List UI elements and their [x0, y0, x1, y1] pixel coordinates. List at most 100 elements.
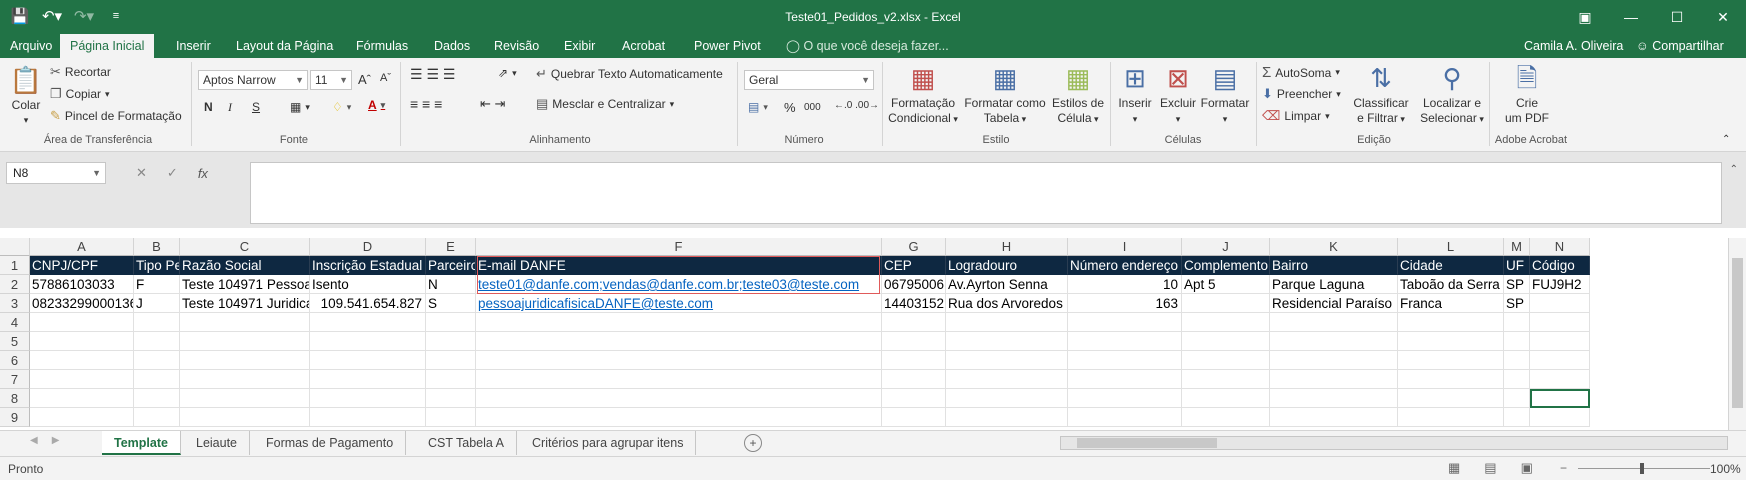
column-header-j[interactable]: J	[1182, 238, 1270, 256]
cell-m8[interactable]	[1504, 389, 1530, 408]
merge-center-button[interactable]: ▤ Mesclar e Centralizar ▾	[536, 96, 674, 112]
normal-view-icon[interactable]: ▦	[1448, 460, 1460, 476]
tab-inserir[interactable]: Inserir	[168, 34, 219, 58]
cell-c5[interactable]	[180, 332, 310, 351]
cell-c1[interactable]: Razão Social	[180, 256, 310, 275]
check-icon[interactable]: ✓	[167, 165, 178, 181]
cell-i2[interactable]: 10	[1068, 275, 1182, 294]
add-sheet-icon[interactable]: +	[744, 434, 762, 452]
name-box[interactable]: N8 ▼	[6, 162, 106, 184]
sheet-tab-criterios[interactable]: Critérios para agrupar itens	[520, 431, 697, 455]
tab-exibir[interactable]: Exibir	[556, 34, 603, 58]
cell-f9[interactable]	[476, 408, 882, 427]
page-break-icon[interactable]: ▣	[1521, 460, 1533, 476]
cell-f5[interactable]	[476, 332, 882, 351]
row-header-7[interactable]: 7	[0, 370, 30, 389]
cell-l2[interactable]: Taboão da Serra	[1398, 275, 1504, 294]
column-header-a[interactable]: A	[30, 238, 134, 256]
cell-g3[interactable]: 14403152	[882, 294, 946, 313]
cell-f7[interactable]	[476, 370, 882, 389]
cell-j4[interactable]	[1182, 313, 1270, 332]
tab-arquivo[interactable]: Arquivo	[2, 34, 60, 58]
cell-k5[interactable]	[1270, 332, 1398, 351]
formula-input[interactable]	[250, 162, 1722, 224]
cell-n5[interactable]	[1530, 332, 1590, 351]
cell-f4[interactable]	[476, 313, 882, 332]
cell-e3[interactable]: S	[426, 294, 476, 313]
column-header-f[interactable]: F	[476, 238, 882, 256]
cell-n1[interactable]: Código	[1530, 256, 1590, 275]
font-size-select[interactable]: 11 ▼	[310, 70, 352, 90]
cell-b4[interactable]	[134, 313, 180, 332]
cell-k9[interactable]	[1270, 408, 1398, 427]
insert-function-button[interactable]: fx	[198, 166, 208, 181]
cell-i5[interactable]	[1068, 332, 1182, 351]
cell-c3[interactable]: Teste 104971 Juridica	[180, 294, 310, 313]
cell-h4[interactable]	[946, 313, 1068, 332]
cell-n4[interactable]	[1530, 313, 1590, 332]
autosum-button[interactable]: Σ AutoSoma ▾	[1262, 64, 1340, 81]
cell-c9[interactable]	[180, 408, 310, 427]
cell-g1[interactable]: CEP	[882, 256, 946, 275]
cell-l8[interactable]	[1398, 389, 1504, 408]
wrap-text-button[interactable]: ↵ Quebrar Texto Automaticamente	[536, 66, 723, 82]
cell-m2[interactable]: SP	[1504, 275, 1530, 294]
cell-e6[interactable]	[426, 351, 476, 370]
cell-m6[interactable]	[1504, 351, 1530, 370]
expand-formula-icon[interactable]: ⌃	[1730, 164, 1738, 175]
cell-j9[interactable]	[1182, 408, 1270, 427]
fill-button[interactable]: ⬇ Preencher ▾	[1262, 86, 1341, 102]
cell-a6[interactable]	[30, 351, 134, 370]
cell-j5[interactable]	[1182, 332, 1270, 351]
cell-a7[interactable]	[30, 370, 134, 389]
column-header-b[interactable]: B	[134, 238, 180, 256]
cell-b8[interactable]	[134, 389, 180, 408]
column-header-g[interactable]: G	[882, 238, 946, 256]
cell-e2[interactable]: N	[426, 275, 476, 294]
cell-l4[interactable]	[1398, 313, 1504, 332]
ribbon-display-icon[interactable]: ▣	[1562, 0, 1608, 34]
cell-e1[interactable]: Parceiro	[426, 256, 476, 275]
sheet-tab-cst-tabela-a[interactable]: CST Tabela A	[416, 431, 517, 455]
number-format-select[interactable]: Geral ▼	[744, 70, 874, 90]
cell-j8[interactable]	[1182, 389, 1270, 408]
column-header-i[interactable]: I	[1068, 238, 1182, 256]
cell-i8[interactable]	[1068, 389, 1182, 408]
tab-formulas[interactable]: Fórmulas	[348, 34, 416, 58]
cell-d7[interactable]	[310, 370, 426, 389]
cell-l9[interactable]	[1398, 408, 1504, 427]
cell-a9[interactable]	[30, 408, 134, 427]
cell-i3[interactable]: 163	[1068, 294, 1182, 313]
cell-m7[interactable]	[1504, 370, 1530, 389]
tab-layout-da-pagina[interactable]: Layout da Página	[228, 34, 341, 58]
cell-e8[interactable]	[426, 389, 476, 408]
cell-b5[interactable]	[134, 332, 180, 351]
close-icon[interactable]: ✕	[1700, 0, 1746, 34]
cell-a2[interactable]: 57886103033	[30, 275, 134, 294]
underline-button[interactable]: S	[252, 100, 260, 114]
cell-j1[interactable]: Complemento	[1182, 256, 1270, 275]
sheet-tab-template[interactable]: Template	[102, 431, 181, 455]
column-header-m[interactable]: M	[1504, 238, 1530, 256]
row-header-8[interactable]: 8	[0, 389, 30, 408]
cell-j7[interactable]	[1182, 370, 1270, 389]
cell-f8[interactable]	[476, 389, 882, 408]
horizontal-scrollbar[interactable]	[1060, 436, 1728, 450]
cell-i7[interactable]	[1068, 370, 1182, 389]
percent-button[interactable]: %	[784, 100, 796, 115]
cell-c2[interactable]: Teste 104971 Pessoa	[180, 275, 310, 294]
cell-n7[interactable]	[1530, 370, 1590, 389]
row-header-9[interactable]: 9	[0, 408, 30, 427]
cell-l6[interactable]	[1398, 351, 1504, 370]
cell-f6[interactable]	[476, 351, 882, 370]
page-layout-icon[interactable]: ▤	[1484, 460, 1496, 476]
cell-b7[interactable]	[134, 370, 180, 389]
cell-n3[interactable]	[1530, 294, 1590, 313]
font-color-icon[interactable]: A ▾	[368, 98, 385, 112]
cut-button[interactable]: ✂ Recortar	[50, 64, 111, 80]
format-cells-button[interactable]: ▤ Formatar ▾	[1200, 62, 1250, 127]
copy-button[interactable]: ❐ Copiar ▾	[50, 86, 110, 102]
row-header-2[interactable]: 2	[0, 275, 30, 294]
cell-m9[interactable]	[1504, 408, 1530, 427]
cell-f3[interactable]: pessoajuridicafisicaDANFE@teste.com	[476, 294, 882, 313]
